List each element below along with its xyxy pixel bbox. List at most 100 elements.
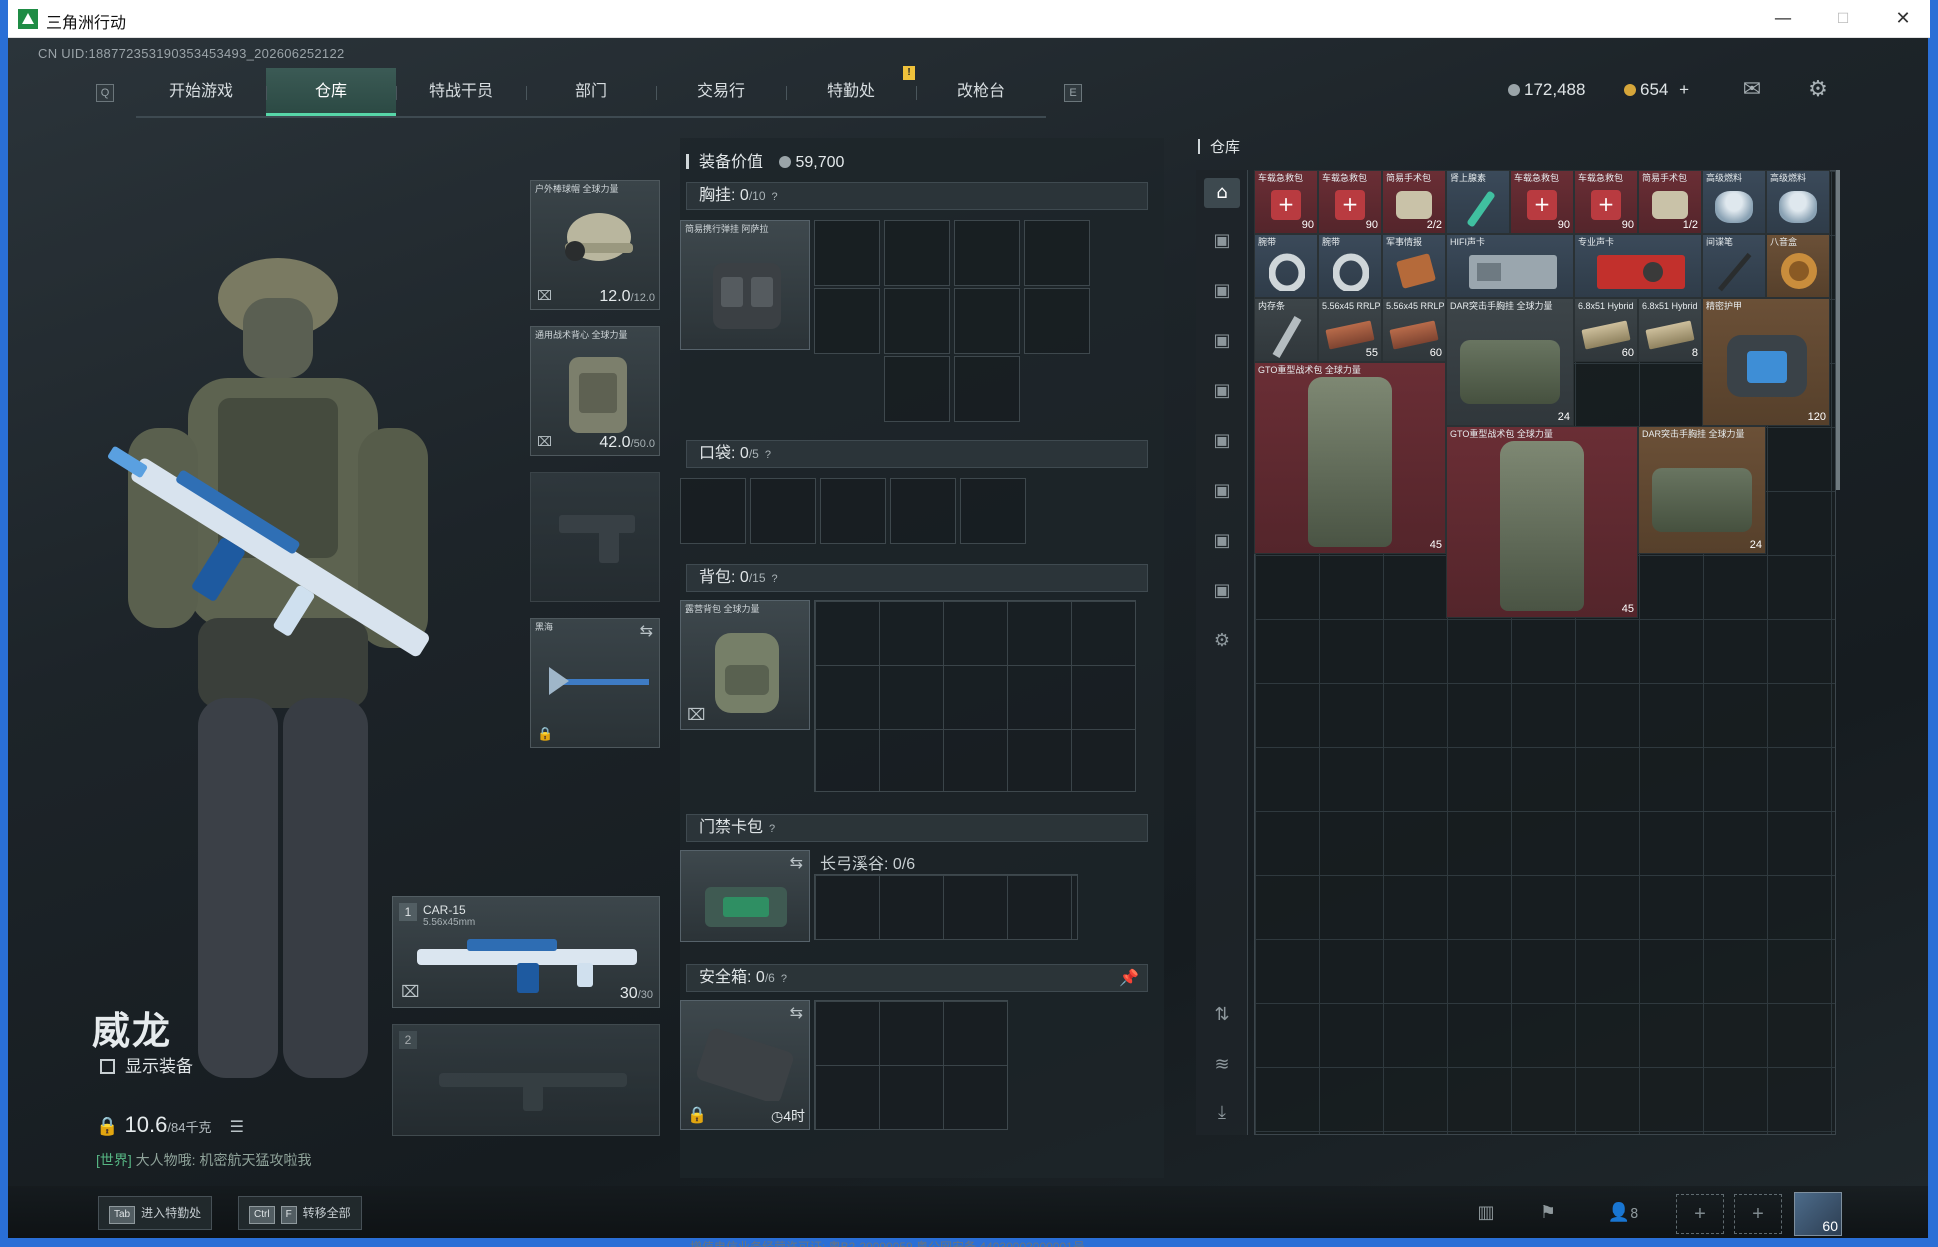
stash-item[interactable]: 高级燃料 <box>1702 170 1766 234</box>
chest-cell[interactable] <box>1024 220 1090 286</box>
stash-item[interactable]: 专业声卡 <box>1574 234 1702 298</box>
stash-item[interactable]: 军事情报 <box>1382 234 1446 298</box>
pin-icon[interactable]: 📌 <box>1119 965 1139 991</box>
pocket-cell[interactable] <box>750 478 816 544</box>
tab-gunsmith[interactable]: 改枪台 <box>916 68 1046 116</box>
show-equipment-checkbox[interactable] <box>100 1059 115 1074</box>
keycard-grid[interactable] <box>814 874 1078 940</box>
minimize-button[interactable]: — <box>1760 4 1806 34</box>
chest-cell[interactable] <box>1024 288 1090 354</box>
armor-slot[interactable]: 通用战术背心 全球力量 ⌧ 42.0/50.0 <box>530 326 660 456</box>
stash-item[interactable]: 腕带 <box>1254 234 1318 298</box>
settings-tab-icon[interactable]: ⚙ <box>1204 626 1240 656</box>
chest-cell[interactable] <box>954 356 1020 422</box>
tab-operators[interactable]: 特战干员 <box>396 68 526 116</box>
help-icon[interactable]: ? <box>765 442 771 468</box>
pocket-cell[interactable] <box>820 478 886 544</box>
safebox-grid[interactable] <box>814 1000 1008 1130</box>
primary-weapon-slot[interactable]: 1 CAR-15 5.56x45mm ⌧ 30/30 <box>392 896 660 1008</box>
help-icon[interactable]: ? <box>769 816 775 842</box>
keycard-slot[interactable]: ⇆ <box>680 850 810 942</box>
swap-icon[interactable]: ⇆ <box>640 621 653 640</box>
nav-prev-key[interactable]: Q <box>96 84 114 102</box>
transfer-all-hint[interactable]: Ctrl F 转移全部 <box>238 1196 362 1230</box>
chest-cell[interactable] <box>814 220 880 286</box>
category-tab-icon[interactable]: ▣ <box>1204 576 1240 606</box>
chest-cell[interactable] <box>884 288 950 354</box>
category-tab-icon[interactable]: ▣ <box>1204 426 1240 456</box>
stash-item[interactable]: 八音盒 <box>1766 234 1830 298</box>
stash-item[interactable]: DAR突击手胸挂 全球力量 24 <box>1638 426 1766 554</box>
stash-item[interactable]: 5.56x45 RRLP 55 <box>1318 298 1382 362</box>
nav-next-key[interactable]: E <box>1064 84 1082 102</box>
stash-scrollbar[interactable] <box>1836 170 1840 490</box>
tab-warehouse[interactable]: 仓库 <box>266 68 396 116</box>
squad-button[interactable]: 👤8 <box>1598 1198 1648 1228</box>
melee-slot[interactable]: 黑海 ⇆ 🔒 <box>530 618 660 748</box>
add-teammate-button[interactable]: + <box>1734 1194 1782 1234</box>
help-icon[interactable]: ? <box>772 184 778 210</box>
tab-market[interactable]: 交易行 <box>656 68 786 116</box>
chest-cell[interactable] <box>884 356 950 422</box>
add-teammate-button[interactable]: + <box>1676 1194 1724 1234</box>
stash-item[interactable]: 6.8x51 Hybrid 8 <box>1638 298 1702 362</box>
stash-item[interactable]: 肾上腺素 <box>1446 170 1510 234</box>
player-avatar[interactable]: 60 <box>1794 1192 1842 1236</box>
chest-cell[interactable] <box>814 288 880 354</box>
enter-special-ops-hint[interactable]: Tab 进入特勤处 <box>98 1196 213 1230</box>
stash-item[interactable]: 车载急救包90 <box>1254 170 1318 234</box>
gear-icon[interactable]: ⚙ <box>1804 78 1832 102</box>
swap-icon[interactable]: ⇆ <box>790 853 803 872</box>
safebox-slot[interactable]: ⇆ 🔒 ◷4时 <box>680 1000 810 1130</box>
stash-item[interactable]: 5.56x45 RRLP 60 <box>1382 298 1446 362</box>
tab-special-ops[interactable]: 特勤处 <box>786 68 916 116</box>
help-icon[interactable]: ? <box>772 566 778 592</box>
add-gold-button[interactable]: + <box>1679 80 1689 99</box>
pocket-cell[interactable] <box>680 478 746 544</box>
category-tab-icon[interactable]: ▣ <box>1204 526 1240 556</box>
stash-item[interactable]: 6.8x51 Hybrid 60 <box>1574 298 1638 362</box>
help-icon[interactable]: ? <box>781 966 787 992</box>
stash-item[interactable]: 车载急救包90 <box>1574 170 1638 234</box>
secondary-weapon-slot[interactable]: 2 <box>392 1024 660 1136</box>
close-button[interactable]: ✕ <box>1880 4 1926 34</box>
sort-icon[interactable]: ⇅ <box>1204 1000 1240 1030</box>
world-chat-message[interactable]: [世界] 大人物哦: 机密航天猛攻啦我 <box>96 1150 311 1170</box>
category-tab-icon[interactable]: ▣ <box>1204 226 1240 256</box>
category-tab-icon[interactable]: ▣ <box>1204 276 1240 306</box>
stats-icon[interactable]: ▥ <box>1468 1198 1504 1228</box>
all-items-tab-icon[interactable]: ⌂ <box>1204 178 1240 208</box>
pocket-cell[interactable] <box>890 478 956 544</box>
stash-item[interactable]: 车载急救包90 <box>1510 170 1574 234</box>
stash-item[interactable]: GTO重型战术包 全球力量 45 <box>1446 426 1638 618</box>
stash-item[interactable]: GTO重型战术包 全球力量 45 <box>1254 362 1446 554</box>
maximize-button[interactable]: ☐ <box>1820 4 1866 34</box>
helmet-slot[interactable]: 户外棒球帽 全球力量 ⌧ 12.0/12.0 <box>530 180 660 310</box>
mail-icon[interactable]: ✉ <box>1738 78 1766 102</box>
tab-start-game[interactable]: 开始游戏 <box>136 68 266 116</box>
stash-item[interactable]: 简易手术包 1/2 <box>1638 170 1702 234</box>
swap-icon[interactable]: ⇆ <box>790 1003 803 1022</box>
category-tab-icon[interactable]: ▣ <box>1204 326 1240 356</box>
stash-item[interactable]: HIFI声卡 <box>1446 234 1574 298</box>
stash-item[interactable]: 高级燃料 <box>1766 170 1830 234</box>
stash-item[interactable]: 车载急救包90 <box>1318 170 1382 234</box>
chest-cell[interactable] <box>954 220 1020 286</box>
stash-item[interactable]: DAR突击手胸挂 全球力量 24 <box>1446 298 1574 426</box>
show-equipment-toggle[interactable]: 显示装备 <box>100 1052 193 1077</box>
backpack-grid[interactable] <box>814 600 1136 792</box>
stash-item[interactable]: 简易手术包 2/2 <box>1382 170 1446 234</box>
backpack-slot[interactable]: 露营背包 全球力量 ⌧ <box>680 600 810 730</box>
tab-department[interactable]: 部门 <box>526 68 656 116</box>
layers-icon[interactable]: ≋ <box>1204 1050 1240 1080</box>
transfer-icon[interactable]: ⤓ <box>1204 1098 1240 1128</box>
chest-cell[interactable] <box>954 288 1020 354</box>
weight-detail-icon[interactable]: ☰ <box>230 1117 244 1136</box>
chest-rig-slot[interactable]: 简易携行弹挂 阿萨拉 <box>680 220 810 350</box>
stash-item[interactable]: 腕带 <box>1318 234 1382 298</box>
stash-item[interactable]: 精密护甲 120 <box>1702 298 1830 426</box>
flag-icon[interactable]: ⚑ <box>1530 1198 1566 1228</box>
stash-item[interactable]: 内存条 <box>1254 298 1318 362</box>
pistol-slot[interactable] <box>530 472 660 602</box>
category-tab-icon[interactable]: ▣ <box>1204 476 1240 506</box>
